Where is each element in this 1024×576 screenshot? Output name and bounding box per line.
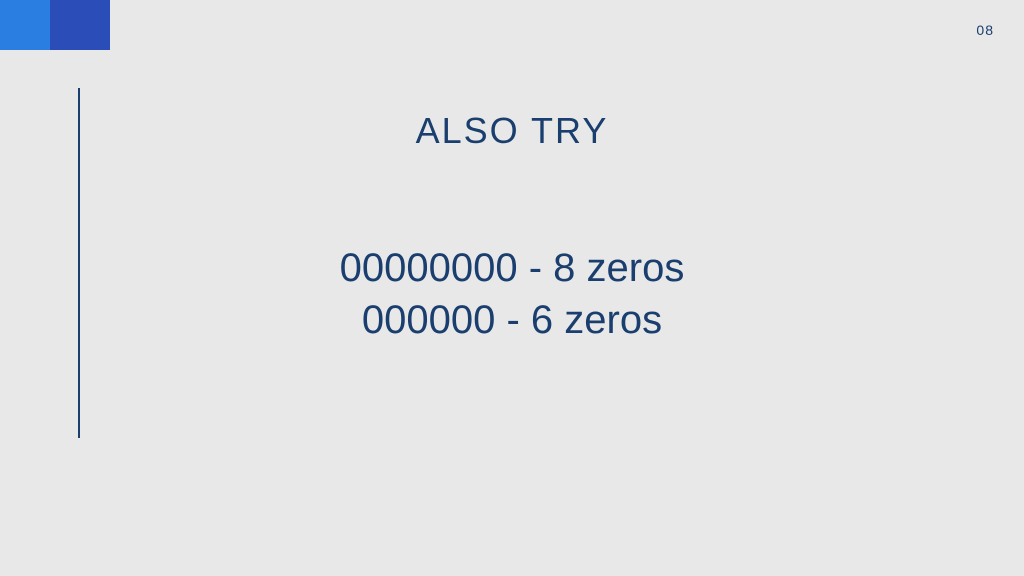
slide-content: ALSO TRY 00000000 - 8 zeros 000000 - 6 z…: [0, 110, 1024, 346]
accent-block-light: [0, 0, 50, 50]
body-line-1: 00000000 - 8 zeros: [0, 242, 1024, 294]
corner-accent: [0, 0, 110, 50]
accent-block-dark: [50, 0, 110, 50]
body-line-2: 000000 - 6 zeros: [0, 294, 1024, 346]
slide-title: ALSO TRY: [0, 110, 1024, 152]
slide-body: 00000000 - 8 zeros 000000 - 6 zeros: [0, 242, 1024, 346]
page-number: 08: [976, 22, 994, 38]
